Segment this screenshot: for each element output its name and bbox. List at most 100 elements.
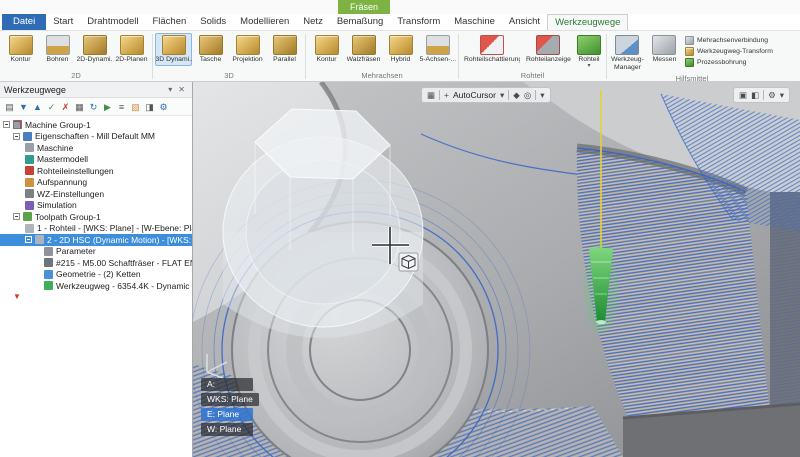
panel-header: Werkzeugwege ▾ ✕: [0, 82, 192, 98]
regenerate-icon[interactable]: ✓: [45, 100, 58, 114]
2d-dynamisch-button[interactable]: 2D-Dynami...: [76, 33, 113, 66]
projektion-button[interactable]: Projektion: [229, 33, 266, 66]
rohteilanzeige-button[interactable]: Rohteilanzeige: [523, 33, 574, 66]
toolpath-file-icon: [44, 281, 53, 290]
move-up-icon[interactable]: ▲: [31, 100, 44, 114]
hybrid-button[interactable]: Hybrid: [382, 33, 419, 66]
chevron-down-icon[interactable]: ▾: [780, 88, 784, 102]
wks-plane-readout[interactable]: WKS: Plane: [201, 393, 259, 406]
tab-transform[interactable]: Transform: [390, 14, 447, 30]
tab-werkzeugwege[interactable]: Werkzeugwege: [547, 14, 628, 30]
tree-item-wz-einstellungen[interactable]: WZ-Einstellungen: [0, 188, 192, 200]
machine-icon: [25, 143, 34, 152]
tasche-button[interactable]: Tasche: [192, 33, 229, 66]
chevron-down-icon[interactable]: ▾: [165, 85, 175, 94]
3d-scene[interactable]: [193, 82, 800, 457]
snap-diamond-icon[interactable]: ◆: [513, 88, 520, 102]
group-label-3d: 3D: [155, 71, 303, 81]
expander-icon[interactable]: [25, 236, 32, 243]
select-all-icon[interactable]: ▤: [3, 100, 16, 114]
kontur-mehrachsen-button[interactable]: Kontur: [308, 33, 345, 66]
settings-gear-icon[interactable]: ⚙: [768, 88, 776, 102]
tree-item-eigenschaften[interactable]: Eigenschaften - Mill Default MM: [0, 131, 192, 143]
expander-icon[interactable]: [13, 213, 20, 220]
settings-gear-icon[interactable]: ⚙: [157, 100, 170, 114]
graphics-viewport[interactable]: ▦ + AutoCursor ▾ ◆ ◎ ▾ ▣ ◧ ⚙ ▾ A:: [193, 82, 800, 457]
tree-item-op2-2d-hsc[interactable]: 2 - 2D HSC (Dynamic Motion) - [WKS: Plan…: [0, 234, 192, 246]
tree-item-geometrie[interactable]: Geometrie - (2) Ketten: [0, 269, 192, 281]
3d-dynamisch-button[interactable]: 3D Dynami...: [155, 33, 192, 66]
tree-item-toolpath-group[interactable]: Toolpath Group-1: [0, 211, 192, 223]
werkzeugweg-transform-button[interactable]: Werkzeugweg-Transform: [685, 47, 773, 56]
walzfraesen-button[interactable]: Walzfräsen: [345, 33, 382, 66]
display-toolpath-icon[interactable]: ▧: [129, 100, 142, 114]
context-tab-fraesen[interactable]: Fräsen: [338, 0, 390, 14]
toolpath-manager-panel: Werkzeugwege ▾ ✕ ▤ ▼ ▲ ✓ ✗ ▦ ↻ ▶ ≡ ▧ ◨ ⚙: [0, 82, 193, 457]
kontur-2d-button[interactable]: Kontur: [2, 33, 39, 66]
tab-flaechen[interactable]: Flächen: [145, 14, 193, 30]
toolpath-group-icon: [23, 212, 32, 221]
tree-item-rohteileinstellungen[interactable]: Rohteileinstellungen: [0, 165, 192, 177]
tree-item-machine-group[interactable]: Machine Group-1: [0, 119, 192, 131]
operation-icon: [25, 224, 34, 233]
tab-drahtmodell[interactable]: Drahtmodell: [80, 14, 145, 30]
messen-button[interactable]: Messen: [646, 33, 683, 66]
5-achsen-button[interactable]: 5-Achsen-...: [419, 33, 456, 66]
mehrachsenverbindung-button[interactable]: Mehrachsenverbindung: [685, 36, 773, 45]
rohteil-button[interactable]: Rohteil ▾: [574, 33, 604, 70]
operation-icon: [35, 235, 44, 244]
bohren-icon: [46, 35, 70, 55]
tree-item-simulation[interactable]: Simulation: [0, 200, 192, 212]
expander-icon[interactable]: [3, 121, 10, 128]
tab-modellieren[interactable]: Modellieren: [233, 14, 296, 30]
chevron-down-icon[interactable]: ▾: [500, 88, 504, 102]
tab-bemassung[interactable]: Bemaßung: [330, 14, 390, 30]
rohteilschattierung-button[interactable]: Rohteilschattierung: [461, 33, 523, 66]
werkzeug-manager-button[interactable]: Werkzeug-Manager: [609, 33, 646, 74]
expander-icon[interactable]: [13, 133, 20, 140]
tree-item-werkzeugweg[interactable]: Werkzeugweg - 6354.4K - Dynamic Finish P…: [0, 280, 192, 292]
tree-item-op1-rohteil[interactable]: 1 - Rohteil - [WKS: Plane] - [W-Ebene: P…: [0, 223, 192, 235]
options-icon[interactable]: ≡: [115, 100, 128, 114]
invalidate-icon[interactable]: ✗: [59, 100, 72, 114]
tab-netz[interactable]: Netz: [296, 14, 330, 30]
parallel-button[interactable]: Parallel: [266, 33, 303, 66]
move-down-icon[interactable]: ▼: [17, 100, 30, 114]
tab-ansicht[interactable]: Ansicht: [502, 14, 547, 30]
snap-target-icon[interactable]: ◎: [524, 88, 531, 102]
ribbon-group-mehrachsen: Kontur Walzfräsen Hybrid 5-Achsen-... Me…: [308, 32, 456, 81]
tree-item-mastermodell[interactable]: Mastermodell: [0, 154, 192, 166]
w-plane-readout[interactable]: W: Plane: [201, 423, 253, 436]
tree-item-tool[interactable]: #215 - M5.00 Schaftfräser - FLAT END MIL…: [0, 257, 192, 269]
solid-pick-cursor-badge: [399, 253, 418, 271]
plane-status-overlay: A: WKS: Plane E: Plane W: Plane: [201, 378, 259, 436]
tab-start[interactable]: Start: [46, 14, 80, 30]
refresh-icon[interactable]: ↻: [87, 100, 100, 114]
autocursor-label[interactable]: AutoCursor: [453, 90, 496, 100]
2d-planen-button[interactable]: 2D-Planen: [113, 33, 150, 66]
insert-arrow-icon[interactable]: ▼: [0, 292, 192, 302]
tree-item-parameter[interactable]: Parameter: [0, 246, 192, 258]
backplot-icon[interactable]: ▦: [73, 100, 86, 114]
view-panel-icon[interactable]: ▣: [739, 88, 747, 102]
chevron-down-icon[interactable]: ▾: [540, 88, 544, 102]
e-plane-readout[interactable]: E: Plane: [201, 408, 253, 421]
tab-maschine[interactable]: Maschine: [447, 14, 502, 30]
2d-dynamisch-icon: [83, 35, 107, 55]
close-icon[interactable]: ✕: [175, 85, 188, 94]
tree-item-aufspannung[interactable]: Aufspannung: [0, 177, 192, 189]
section-view-icon[interactable]: ◧: [751, 88, 759, 102]
fixture-icon: [25, 178, 34, 187]
autocursor-toolbar: ▦ + AutoCursor ▾ ◆ ◎ ▾: [421, 87, 551, 103]
tab-solids[interactable]: Solids: [193, 14, 233, 30]
view-toolbar: ▣ ◧ ⚙ ▾: [733, 87, 790, 103]
parameters-icon: [44, 247, 53, 256]
grid-icon[interactable]: ▦: [427, 88, 435, 102]
tree-item-maschine[interactable]: Maschine: [0, 142, 192, 154]
tool-icon: [44, 258, 53, 267]
prozessbohrung-button[interactable]: Prozessbohrung: [685, 58, 773, 67]
bohren-button[interactable]: Bohren: [39, 33, 76, 66]
verify-icon[interactable]: ▶: [101, 100, 114, 114]
tab-datei[interactable]: Datei: [2, 14, 46, 30]
lock-toolpath-icon[interactable]: ◨: [143, 100, 156, 114]
